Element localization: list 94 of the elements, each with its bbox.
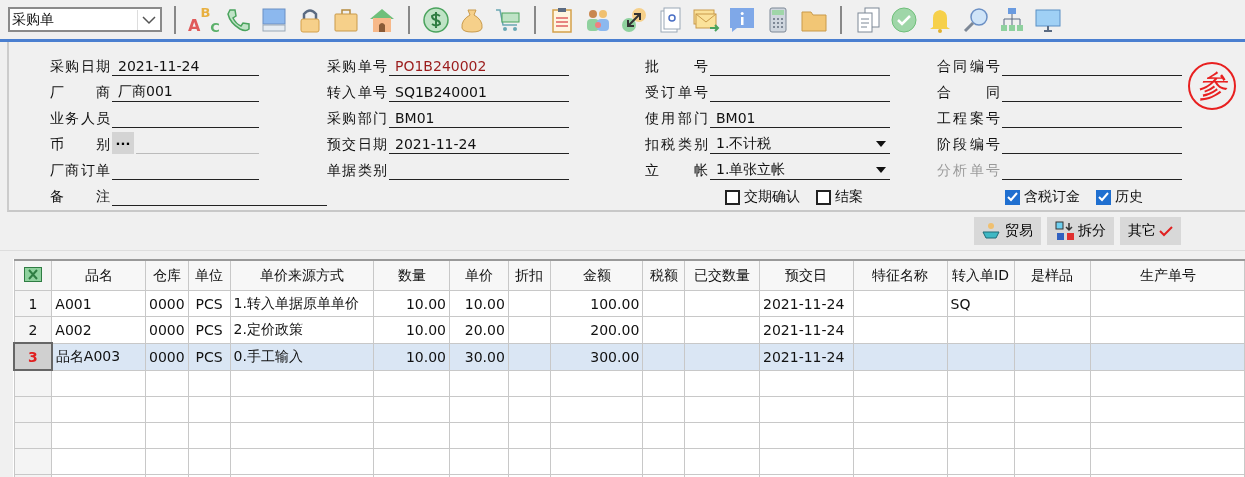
- input-field[interactable]: 2021-11-24: [389, 134, 569, 154]
- field-label: 转入单号: [327, 84, 388, 102]
- blocks-icon: [1055, 221, 1075, 241]
- checkbox[interactable]: [1096, 189, 1111, 205]
- column-header[interactable]: 单价: [449, 260, 509, 291]
- column-header[interactable]: 已交数量: [684, 260, 760, 291]
- boat-icon: [982, 222, 1002, 240]
- table-cell: 10.00: [373, 343, 450, 370]
- input-field[interactable]: PO1B240002: [389, 56, 569, 76]
- field-label: 立 帐: [645, 162, 709, 180]
- table-cell: 1.转入单据原单单价: [230, 290, 374, 317]
- row-number[interactable]: 1: [14, 290, 52, 317]
- dropdown-field[interactable]: 1.单张立帐: [710, 160, 890, 180]
- field-label: 阶段编号: [937, 136, 1001, 154]
- column-header[interactable]: 品名: [51, 260, 146, 291]
- field-label: 厂 商: [50, 84, 111, 102]
- search-icon[interactable]: [962, 5, 990, 34]
- dollar-icon[interactable]: [422, 5, 450, 34]
- resize-arrows-icon[interactable]: [620, 5, 648, 34]
- table-cell: 300.00: [550, 343, 643, 370]
- table-cell: SQ: [947, 290, 1014, 317]
- seal-stamp: 参: [1188, 62, 1236, 110]
- input-field[interactable]: SQ1B240001: [389, 82, 569, 102]
- table-cell: A002: [51, 316, 146, 343]
- field-label: 扣税类别: [645, 136, 709, 154]
- table-cell: 2021-11-24: [759, 290, 854, 317]
- table-cell: 2021-11-24: [759, 343, 854, 370]
- info-icon[interactable]: [728, 5, 756, 34]
- field-label: 采购单号: [327, 58, 388, 76]
- hierarchy-icon[interactable]: [998, 5, 1026, 34]
- column-header[interactable]: 生产单号: [1090, 260, 1245, 291]
- field-label: 分析单号: [937, 162, 1001, 180]
- column-header[interactable]: 是样品: [1014, 260, 1091, 291]
- table-cell: 100.00: [550, 290, 643, 317]
- field-label: 合同编号: [937, 58, 1001, 76]
- field-label: 备 注: [50, 188, 111, 206]
- browse-button[interactable]: ···: [112, 132, 134, 154]
- checkbox-label: 含税订金: [1024, 188, 1080, 206]
- field-label: 受订单号: [645, 84, 709, 102]
- table-cell: 10.00: [449, 290, 509, 317]
- table-cell: A001: [51, 290, 146, 317]
- input-field[interactable]: 厂商001: [112, 82, 259, 102]
- document-type-dropdown[interactable]: 采购单: [8, 7, 162, 32]
- checkbox-label: 结案: [835, 188, 863, 206]
- column-header[interactable]: 单价来源方式: [230, 260, 374, 291]
- field-label: 厂商订单: [50, 162, 111, 180]
- dropdown-arrow-icon: [876, 166, 886, 173]
- table-cell: 10.00: [373, 316, 450, 343]
- action-button[interactable]: 贸易: [974, 217, 1041, 245]
- checkbox-label: 交期确认: [744, 188, 800, 206]
- table-cell: 0000: [145, 290, 189, 317]
- table-cell: 0000: [145, 316, 189, 343]
- field-label: 批 号: [645, 58, 709, 76]
- column-header[interactable]: 仓库: [145, 260, 189, 291]
- checkbox[interactable]: [725, 189, 740, 205]
- column-header[interactable]: 数量: [373, 260, 450, 291]
- checkbox[interactable]: [816, 189, 831, 205]
- spreadsheet-icon[interactable]: [23, 266, 42, 282]
- field-label: 单据类别: [327, 162, 388, 180]
- table-cell: 品名A003: [51, 343, 146, 370]
- field-label: 预交日期: [327, 136, 388, 154]
- checkmark-icon: [1159, 225, 1173, 237]
- table-cell: 0.手工输入: [230, 343, 374, 370]
- column-header[interactable]: 特征名称: [853, 260, 948, 291]
- dropdown-arrow-icon: [876, 140, 886, 147]
- checkbox-label: 历史: [1115, 188, 1143, 206]
- field-label: 币 别: [50, 136, 111, 154]
- column-header[interactable]: 折扣: [508, 260, 551, 291]
- table-cell: 2021-11-24: [759, 316, 854, 343]
- column-header[interactable]: 预交日: [759, 260, 854, 291]
- column-header[interactable]: 金额: [550, 260, 643, 291]
- table-cell: 10.00: [373, 290, 450, 317]
- input-field[interactable]: 2021-11-24: [112, 56, 259, 76]
- field-label: 采购日期: [50, 58, 111, 76]
- field-label: 合 同: [937, 84, 1001, 102]
- column-header[interactable]: 单位: [188, 260, 231, 291]
- action-button[interactable]: 拆分: [1047, 217, 1114, 245]
- table-cell: PCS: [188, 316, 231, 343]
- field-label: 工程案号: [937, 110, 1001, 128]
- field-label: 采购部门: [327, 110, 388, 128]
- table-cell: 2.定价政策: [230, 316, 374, 343]
- field-label: 使用部门: [645, 110, 709, 128]
- column-header[interactable]: 转入单ID: [947, 260, 1014, 291]
- table-cell: 200.00: [550, 316, 643, 343]
- input-field[interactable]: BM01: [389, 108, 569, 128]
- dropdown-field[interactable]: 1.不计税: [710, 134, 890, 154]
- column-header[interactable]: 税额: [642, 260, 685, 291]
- table-cell: PCS: [188, 290, 231, 317]
- action-button[interactable]: 其它: [1120, 217, 1181, 245]
- field-label: 业务人员: [50, 110, 111, 128]
- table-cell: 20.00: [449, 316, 509, 343]
- checkbox[interactable]: [1005, 189, 1020, 205]
- input-field[interactable]: BM01: [710, 108, 890, 128]
- check-icon[interactable]: [890, 5, 918, 34]
